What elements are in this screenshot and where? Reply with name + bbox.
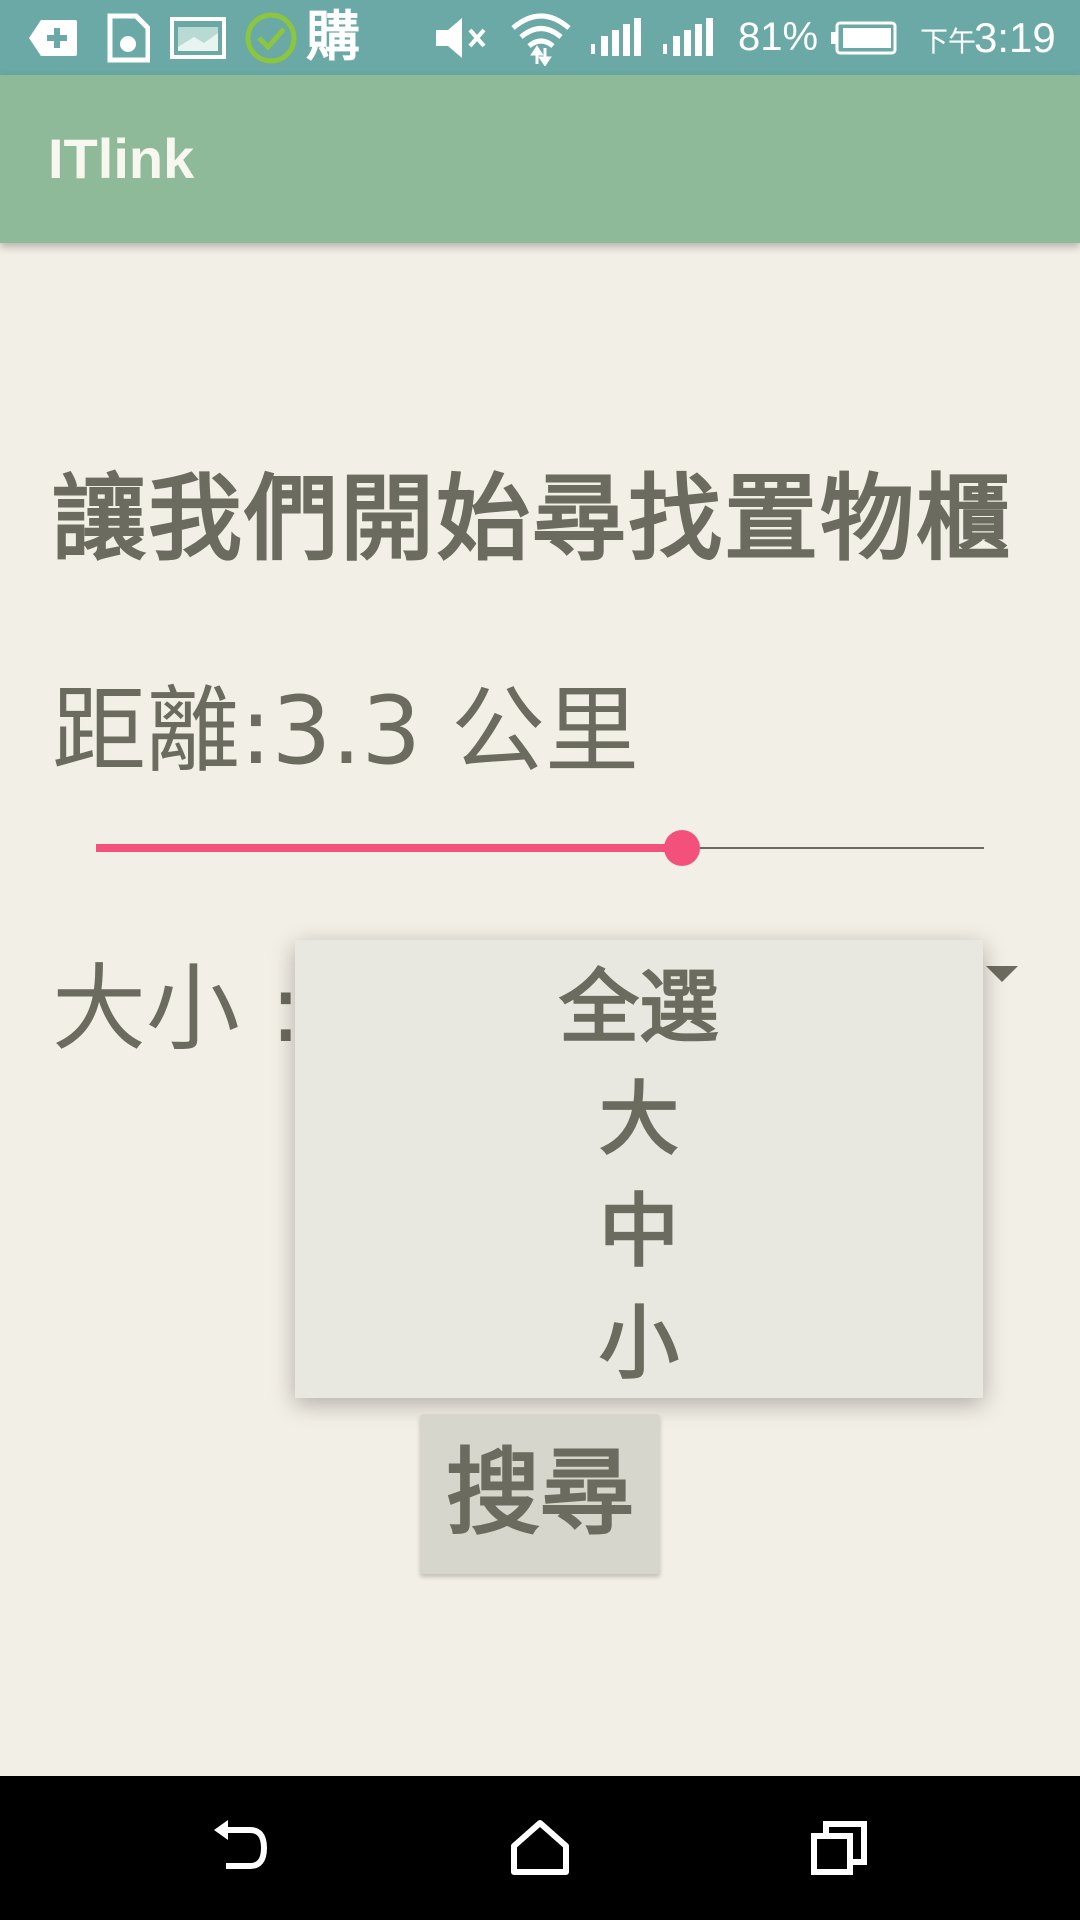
distance-label: 距離:3.3 公里 (52, 677, 640, 786)
slider-progress (96, 844, 683, 852)
size-option-all[interactable]: 全選 (295, 952, 983, 1064)
clock-time: 3:19 (974, 14, 1056, 61)
status-bar: 購 81% 下午 3:19 (0, 0, 1080, 75)
wifi-icon (508, 12, 574, 66)
clock-ampm: 下午 (920, 26, 977, 57)
shopping-app-icon: 購 (306, 5, 360, 68)
image-icon (168, 12, 228, 64)
check-circle-icon (242, 12, 300, 64)
storage-add-icon (24, 12, 82, 64)
app-title: ITlink (48, 127, 195, 190)
signal-strength-2-icon (662, 12, 720, 64)
size-label: 大小 : (52, 955, 302, 1064)
slider-thumb[interactable] (664, 830, 701, 866)
sim-card-icon (104, 12, 152, 64)
size-option-medium[interactable]: 中 (295, 1176, 983, 1288)
search-button[interactable]: 搜尋 (420, 1414, 660, 1574)
signal-strength-1-icon (590, 12, 648, 64)
back-icon[interactable] (200, 1808, 280, 1888)
page-heading: 讓我們開始尋找置物櫃 (52, 465, 1013, 574)
app-bar: ITlink (0, 75, 1080, 243)
mute-icon (432, 12, 492, 64)
size-dropdown-menu: 全選 大 中 小 (295, 940, 983, 1398)
size-option-large[interactable]: 大 (295, 1064, 983, 1176)
navigation-bar (0, 1776, 1080, 1920)
battery-percent: 81% (738, 15, 819, 59)
battery-icon (828, 12, 900, 64)
distance-slider[interactable] (96, 820, 984, 876)
recent-apps-icon[interactable] (800, 1808, 880, 1888)
size-option-small[interactable]: 小 (295, 1288, 983, 1400)
dropdown-arrow-icon[interactable] (986, 966, 1018, 982)
home-icon[interactable] (500, 1808, 580, 1888)
